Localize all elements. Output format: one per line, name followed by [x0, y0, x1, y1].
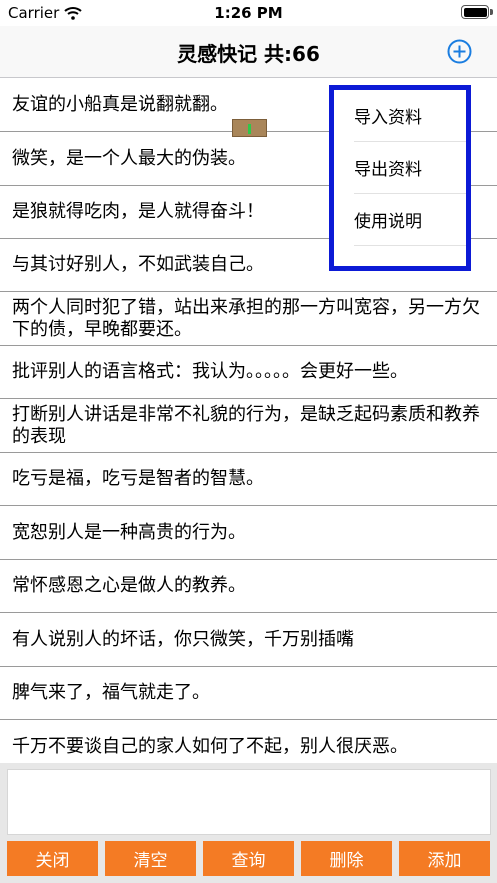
note-input[interactable] — [7, 769, 491, 835]
add-button[interactable]: 添加 — [399, 841, 490, 876]
page-title: 灵感快记 共:66 — [177, 42, 320, 66]
drag-handle[interactable] — [232, 119, 267, 137]
status-time: 1:26 PM — [214, 4, 283, 22]
nav-bar: 灵感快记 共:66 — [0, 26, 497, 78]
list-item[interactable]: 常怀感恩之心是做人的教养。 — [0, 560, 497, 613]
list-item-text: 常怀感恩之心是做人的教养。 — [12, 575, 246, 596]
list-item-text: 是狼就得吃肉，是人就得奋斗！ — [12, 201, 264, 222]
list-item-text: 千万不要谈自己的家人如何了不起，别人很厌恶。 — [12, 735, 408, 757]
list-item-text: 打断别人讲话是非常不礼貌的行为，是缺乏起码素质和教养的表现 — [12, 403, 480, 447]
list-item-text: 与其讨好别人，不如武装自己。 — [12, 254, 264, 275]
battery-icon — [461, 5, 493, 19]
list-item[interactable]: 有人说别人的坏话，你只微笑，千万别插嘴 — [0, 613, 497, 667]
list-item-text: 宽恕别人是一种高贵的行为。 — [12, 521, 246, 543]
close-button[interactable]: 关闭 — [7, 841, 98, 876]
list-item-text: 友谊的小船真是说翻就翻。 — [12, 94, 228, 115]
list-item-text: 两个人同时犯了错，站出来承担的那一方叫宽容，另一方欠下的债，早晚都要还。 — [12, 296, 480, 340]
list-item[interactable]: 批评别人的语言格式：我认为。。。。。会更好一些。 — [0, 346, 497, 399]
list-item-text: 脾气来了，福气就走了。 — [12, 682, 210, 703]
list-item[interactable]: 两个人同时犯了错，站出来承担的那一方叫宽容，另一方欠下的债，早晚都要还。 — [0, 292, 497, 346]
list-item-text: 有人说别人的坏话，你只微笑，千万别插嘴 — [12, 628, 354, 650]
list-item[interactable]: 吃亏是福，吃亏是智者的智慧。 — [0, 453, 497, 506]
bottom-panel: 关闭 清空 查询 删除 添加 — [0, 763, 497, 883]
menu-item-export[interactable]: 导出资料 — [354, 142, 466, 194]
delete-button[interactable]: 删除 — [301, 841, 392, 876]
list-item-text: 吃亏是福，吃亏是智者的智慧。 — [12, 468, 264, 489]
up-arrow-icon — [248, 124, 251, 134]
dropdown-menu: 导入资料 导出资料 使用说明 — [329, 85, 471, 271]
status-bar: Carrier 1:26 PM — [0, 0, 497, 26]
menu-item-import[interactable]: 导入资料 — [354, 90, 466, 142]
query-button[interactable]: 查询 — [203, 841, 294, 876]
menu-item-help[interactable]: 使用说明 — [354, 194, 466, 246]
clear-button[interactable]: 清空 — [105, 841, 196, 876]
list-item-text: 批评别人的语言格式：我认为。。。。。会更好一些。 — [12, 361, 408, 382]
list-item[interactable]: 脾气来了，福气就走了。 — [0, 667, 497, 720]
list-item[interactable]: 宽恕别人是一种高贵的行为。 — [0, 506, 497, 560]
list-item[interactable]: 打断别人讲话是非常不礼貌的行为，是缺乏起码素质和教养的表现 — [0, 399, 497, 453]
list-item-text: 微笑，是一个人最大的伪装。 — [12, 147, 246, 169]
plus-circle-icon[interactable] — [447, 39, 472, 64]
list-item[interactable]: 千万不要谈自己的家人如何了不起，别人很厌恶。 — [0, 720, 497, 763]
